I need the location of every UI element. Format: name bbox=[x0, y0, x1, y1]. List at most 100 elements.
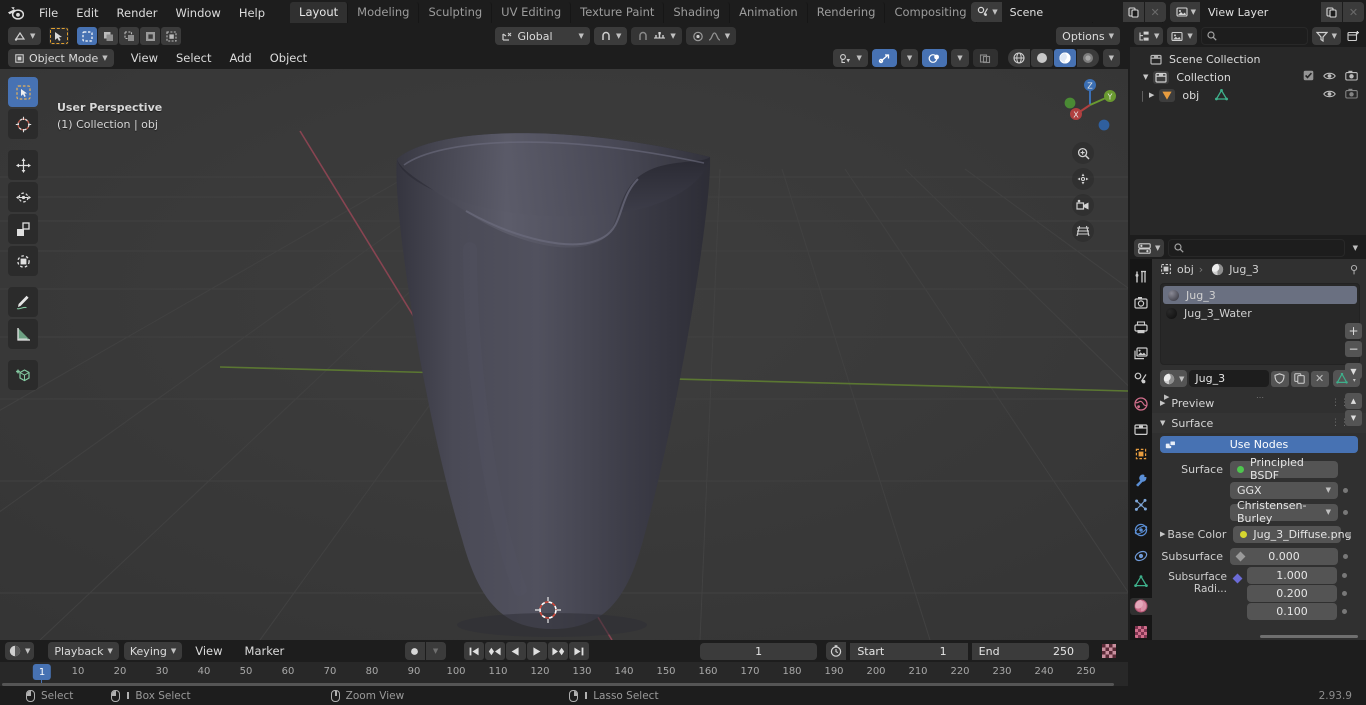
select-set-icon[interactable] bbox=[77, 27, 98, 45]
filter-icon[interactable]: ▼ bbox=[1311, 27, 1341, 45]
properties-tab-object[interactable] bbox=[1130, 446, 1152, 462]
new-scene-icon[interactable] bbox=[1121, 2, 1144, 22]
workspace-tab-compositing[interactable]: Compositing bbox=[885, 2, 977, 23]
shading-dropdown[interactable]: ▼ bbox=[1102, 49, 1120, 67]
properties-tab-tool[interactable] bbox=[1130, 269, 1152, 285]
pan-icon[interactable] bbox=[1072, 168, 1094, 190]
wireframe-icon[interactable] bbox=[1007, 49, 1030, 67]
workspace-tab-modeling[interactable]: Modeling bbox=[348, 2, 420, 23]
select-subtract-icon[interactable] bbox=[119, 27, 140, 45]
next-keyframe-icon[interactable] bbox=[547, 642, 568, 660]
node-socket[interactable] bbox=[1342, 591, 1347, 596]
properties-tab-scene[interactable] bbox=[1130, 370, 1152, 386]
3d-viewport[interactable]: ▼ Global ▼ ▼ ▼ ▼ Options ▼ Object Mode ▼… bbox=[0, 25, 1128, 640]
sss-method-dropdown[interactable]: Christensen-Burley ▼ bbox=[1230, 499, 1338, 525]
eye-icon[interactable] bbox=[1323, 71, 1336, 84]
start-frame-field[interactable]: Start 1 bbox=[850, 642, 968, 660]
breadcrumb-object[interactable]: obj bbox=[1177, 263, 1194, 276]
outliner-row-collection[interactable]: ▼ Collection bbox=[1130, 68, 1366, 86]
properties-scrollbar[interactable] bbox=[1260, 635, 1358, 638]
new-view-layer-icon[interactable] bbox=[1320, 2, 1342, 22]
timeline-editor[interactable]: ▼ Playback ▼ Keying ▼ View Marker ▼ 1 St… bbox=[0, 640, 1128, 686]
jump-end-icon[interactable] bbox=[568, 642, 589, 660]
play-icon[interactable] bbox=[526, 642, 547, 660]
properties-tab-material[interactable] bbox=[1130, 598, 1152, 615]
properties-tab-collection[interactable] bbox=[1130, 421, 1152, 437]
view-layer-datablock[interactable]: ▼ View Layer ✕ bbox=[1169, 2, 1364, 22]
viewport-menu-object[interactable]: Object bbox=[261, 48, 316, 68]
triangle-down-icon[interactable]: ▼ bbox=[1143, 73, 1148, 81]
workspace-tab-animation[interactable]: Animation bbox=[730, 2, 808, 23]
list-resize-grip[interactable]: ⋯ bbox=[1256, 393, 1265, 402]
transform-orientation-dropdown[interactable]: Global ▼ bbox=[495, 27, 590, 45]
camera-icon[interactable] bbox=[1345, 70, 1358, 84]
camera-icon[interactable] bbox=[1345, 88, 1358, 102]
outliner-editor[interactable]: ▼ ▼ ▼ Scene Collection ▼ Collection | ▶ … bbox=[1130, 25, 1366, 235]
specials-expand-triangle-right-icon[interactable]: ▶ bbox=[1164, 393, 1169, 401]
menu-edit[interactable]: Edit bbox=[67, 3, 107, 23]
prev-keyframe-icon[interactable] bbox=[484, 642, 505, 660]
workspace-tab-texture-paint[interactable]: Texture Paint bbox=[571, 2, 665, 23]
properties-options-chevron-down-icon[interactable]: ▼ bbox=[1349, 239, 1362, 257]
jump-start-icon[interactable] bbox=[463, 642, 484, 660]
menu-file[interactable]: File bbox=[30, 3, 67, 23]
xray-toggle[interactable] bbox=[972, 49, 998, 67]
properties-tab-data[interactable] bbox=[1130, 573, 1152, 589]
scene-datablock[interactable]: ▼ Scene ✕ bbox=[971, 2, 1166, 22]
node-socket[interactable] bbox=[1343, 487, 1348, 493]
shading-mode-group[interactable] bbox=[1007, 49, 1099, 67]
camera-view-icon[interactable] bbox=[1072, 194, 1094, 216]
use-nodes-button[interactable]: Use Nodes bbox=[1160, 436, 1358, 453]
properties-tab-render[interactable] bbox=[1130, 294, 1152, 310]
options-dropdown[interactable]: Options ▼ bbox=[1056, 27, 1121, 45]
browse-material-dropdown[interactable]: ▼ bbox=[1160, 370, 1188, 387]
triangle-down-icon[interactable]: ▼ bbox=[1345, 410, 1362, 426]
auto-keying-dropdown[interactable]: ▼ bbox=[425, 642, 446, 660]
properties-content[interactable]: obj › Jug_3 ⚲ Jug_3 Jug_3_Water + − ▼ ▲ … bbox=[1152, 259, 1366, 640]
stopwatch-icon[interactable] bbox=[826, 642, 847, 660]
material-preview-icon[interactable] bbox=[1053, 49, 1076, 67]
view-layer-icon[interactable]: ▼ bbox=[1169, 2, 1200, 22]
node-socket[interactable] bbox=[1346, 531, 1352, 537]
viewport-canvas[interactable] bbox=[0, 69, 1128, 640]
material-slot-row-0[interactable]: Jug_3 bbox=[1163, 286, 1357, 304]
viewport-menu-select[interactable]: Select bbox=[167, 48, 220, 68]
workspace-tab-sculpting[interactable]: Sculpting bbox=[419, 2, 493, 23]
timeline-playhead[interactable]: 1 bbox=[32, 664, 52, 680]
zoom-icon[interactable] bbox=[1072, 142, 1094, 164]
properties-editor[interactable]: ▼ ▼ obj › Jug_3 ⚲ Jug_3 Jug_3_Water + − … bbox=[1130, 237, 1366, 640]
properties-search-input[interactable] bbox=[1168, 239, 1345, 257]
scale-tool[interactable] bbox=[8, 214, 38, 244]
viewport-menu-view[interactable]: View bbox=[122, 48, 167, 68]
editor-type-properties-icon[interactable]: ▼ bbox=[1134, 239, 1165, 257]
menu-window[interactable]: Window bbox=[166, 3, 229, 23]
subsurface-radius-x[interactable]: 1.000 bbox=[1247, 567, 1337, 584]
timeline-menu-marker[interactable]: Marker bbox=[236, 641, 294, 661]
workspace-tab-uv-editing[interactable]: UV Editing bbox=[492, 2, 572, 23]
pin-icon[interactable]: ⚲ bbox=[1350, 264, 1358, 275]
editor-type-timeline-icon[interactable]: ▼ bbox=[5, 642, 35, 660]
plus-icon[interactable]: + bbox=[1345, 323, 1362, 339]
properties-tab-texture[interactable] bbox=[1130, 624, 1152, 640]
material-name-field[interactable]: Jug_3 bbox=[1189, 370, 1269, 387]
object-type-visibility-dropdown[interactable]: ▼ bbox=[833, 49, 868, 67]
minus-icon[interactable]: − bbox=[1345, 341, 1362, 357]
blender-logo-icon[interactable] bbox=[0, 6, 30, 20]
measure-tool[interactable] bbox=[8, 319, 38, 349]
workspace-tab-layout[interactable]: Layout bbox=[290, 2, 349, 23]
overlays-dropdown[interactable]: ▼ bbox=[951, 49, 969, 67]
triangle-right-icon[interactable]: ▶ bbox=[1149, 91, 1154, 99]
remove-view-layer-icon[interactable]: ✕ bbox=[1342, 2, 1364, 22]
subsurface-slider[interactable]: 0.000 bbox=[1230, 547, 1338, 565]
base-color-node-link[interactable]: Jug_3_Diffuse.png bbox=[1233, 525, 1352, 543]
outliner-search-input[interactable] bbox=[1200, 27, 1308, 45]
record-icon[interactable] bbox=[404, 642, 425, 660]
scene-icon[interactable]: ▼ bbox=[971, 2, 1002, 22]
menu-render[interactable]: Render bbox=[108, 3, 167, 23]
workspace-tab-shading[interactable]: Shading bbox=[664, 2, 731, 23]
subsurface-radius-y[interactable]: 0.200 bbox=[1247, 585, 1337, 602]
breadcrumb-material[interactable]: Jug_3 bbox=[1229, 263, 1259, 276]
gizmo-toggle[interactable] bbox=[871, 49, 897, 67]
toggle-ortho-icon[interactable] bbox=[1072, 220, 1094, 242]
tweak-tool[interactable] bbox=[8, 77, 38, 107]
